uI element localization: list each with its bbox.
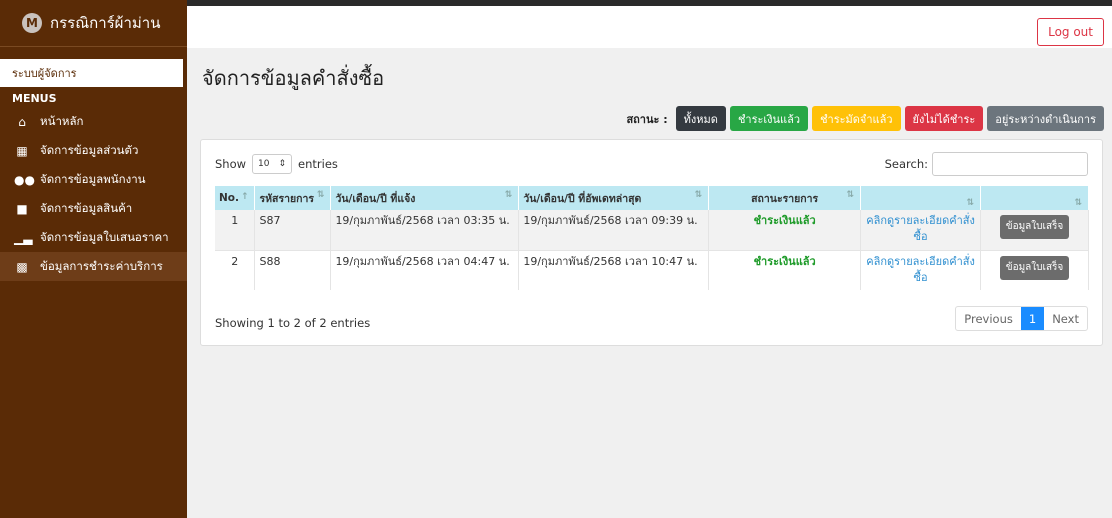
filter-all-button[interactable]: ทั้งหมด [675, 106, 726, 131]
topbar: Log out [187, 0, 1112, 48]
sidebar-item-products[interactable]: ■ จัดการข้อมูลสินค้า [0, 194, 187, 223]
sort-icon: ⇅ [966, 198, 975, 208]
cell-updated: 19/กุมภาพันธ์/2568 เวลา 09:39 น. [518, 210, 710, 250]
system-label[interactable]: ระบบผู้จัดการ [0, 59, 183, 87]
sidebar-item-label: จัดการข้อมูลส่วนตัว [40, 142, 139, 157]
filter-paid-button[interactable]: ชำระเงินแล้ว [729, 106, 809, 131]
sidebar-item-label: จัดการข้อมูลพนักงาน [40, 171, 146, 186]
chart-icon: ▁▃ [14, 230, 33, 245]
sidebar-item-home[interactable]: ⌂ หน้าหลัก [0, 107, 187, 136]
shirt-icon: ■ [16, 201, 28, 216]
cell-updated: 19/กุมภาพันธ์/2568 เวลา 10:47 น. [518, 249, 710, 290]
col-header-detail[interactable]: ⇅ [860, 186, 982, 210]
sidebar-item-employees[interactable]: ●● จัดการข้อมูลพนักงาน [0, 165, 187, 194]
cell-status: ชำระเงินแล้ว [708, 249, 862, 290]
sort-icon: ⇅ [694, 189, 703, 200]
sort-icon: ⇅ [846, 189, 855, 200]
sort-icon: ⇅ [1074, 198, 1082, 208]
sidebar-item-quotations[interactable]: ▁▃ จัดการข้อมูลใบเสนอราคา [0, 223, 187, 252]
chevron-updown-icon: ⇕ [278, 159, 287, 169]
sidebar-item-profile[interactable]: ▦ จัดการข้อมูลส่วนตัว [0, 136, 187, 165]
sort-icon: ↑ [240, 192, 249, 202]
order-detail-link[interactable]: คลิกดูรายละเอียดคำสั่งซื้อ [860, 210, 982, 250]
col-header-status[interactable]: สถานะรายการ ⇅ [708, 186, 862, 210]
brand-name: กรรณิการ์ผ้าม่าน [50, 14, 161, 32]
cell-no: 2 [215, 249, 256, 290]
cell-code: S87 [254, 210, 332, 250]
col-header-updated[interactable]: วัน/เดือน/ปี ที่อัพเดทล่าสุด ⇅ [518, 186, 710, 210]
filter-in-progress-button[interactable]: อยู่ระหว่างดำเนินการ [987, 106, 1104, 131]
cell-status: ชำระเงินแล้ว [708, 210, 862, 250]
entries-label: entries [298, 157, 338, 171]
table-row: 2 S88 19/กุมภาพันธ์/2568 เวลา 04:47 น. 1… [215, 249, 1089, 290]
status-filter-label: สถานะ : [626, 112, 668, 126]
sort-icon: ⇅ [504, 189, 513, 200]
filter-unpaid-button[interactable]: ยังไม่ได้ชำระ [904, 106, 984, 131]
col-header-created[interactable]: วัน/เดือน/ปี ที่แจ้ง ⇅ [330, 186, 520, 210]
status-filter: สถานะ : ทั้งหมด ชำระเงินแล้ว ชำระมัดจำแล… [626, 106, 1104, 131]
cell-created: 19/กุมภาพันธ์/2568 เวลา 04:47 น. [330, 249, 520, 290]
show-label: Show [215, 157, 247, 171]
receipt-button[interactable]: ข้อมูลใบเสร็จ [999, 215, 1070, 239]
sidebar-item-label: จัดการข้อมูลสินค้า [40, 200, 133, 215]
search-control: Search: [885, 152, 1088, 176]
id-card-icon: ▦ [16, 143, 28, 158]
entries-summary: Showing 1 to 2 of 2 entries [215, 316, 371, 330]
col-header-action[interactable]: ⇅ [980, 186, 1089, 210]
menus-heading: MENUS [12, 92, 57, 105]
orders-table: No. ↑ รหัสรายการ ⇅ วัน/เดือน/ปี ที่แจ้ง ⇅ ว… [215, 186, 1089, 290]
cell-action: ข้อมูลใบเสร็จ [980, 210, 1089, 250]
entries-control: Show 10 ⇕ entries [215, 154, 338, 174]
sidebar-item-payments[interactable]: ▩ ข้อมูลการชำระค่าบริการ [0, 252, 187, 281]
entries-value: 10 [258, 159, 270, 169]
pagination: Previous 1 Next [955, 306, 1088, 331]
sidebar-item-label: จัดการข้อมูลใบเสนอราคา [40, 229, 169, 244]
home-icon: ⌂ [18, 114, 26, 129]
users-icon: ●● [14, 172, 35, 187]
cell-action: ข้อมูลใบเสร็จ [980, 249, 1089, 290]
page-1-button[interactable]: 1 [1020, 307, 1045, 330]
next-button[interactable]: Next [1044, 307, 1087, 330]
page-title: จัดการข้อมูลคำสั่งซื้อ [202, 66, 385, 90]
orders-card: Show 10 ⇕ entries Search: No. ↑ รหัสรายกา… [200, 139, 1103, 346]
col-header-code[interactable]: รหัสรายการ ⇅ [254, 186, 332, 210]
brand[interactable]: M กรรณิการ์ผ้าม่าน [0, 0, 187, 47]
order-detail-link[interactable]: คลิกดูรายละเอียดคำสั่งซื้อ [860, 249, 982, 290]
filter-deposit-button[interactable]: ชำระมัดจำแล้ว [812, 106, 901, 131]
sidebar: M กรรณิการ์ผ้าม่าน ระบบผู้จัดการ MENUS ⌂… [0, 0, 187, 518]
cell-created: 19/กุมภาพันธ์/2568 เวลา 03:35 น. [330, 210, 520, 250]
sort-icon: ⇅ [316, 189, 325, 200]
truck-icon: ▩ [16, 259, 28, 274]
sidebar-item-label: ข้อมูลการชำระค่าบริการ [40, 258, 163, 273]
logout-button[interactable]: Log out [1037, 18, 1104, 46]
search-input[interactable] [932, 152, 1088, 176]
table-row: 1 S87 19/กุมภาพันธ์/2568 เวลา 03:35 น. 1… [215, 210, 1089, 250]
entries-select[interactable]: 10 ⇕ [252, 154, 293, 174]
cell-code: S88 [254, 249, 332, 290]
receipt-button[interactable]: ข้อมูลใบเสร็จ [999, 255, 1070, 280]
brand-logo: M [22, 13, 42, 33]
col-header-no[interactable]: No. ↑ [215, 186, 256, 210]
cell-no: 1 [215, 210, 256, 250]
previous-button[interactable]: Previous [956, 307, 1021, 330]
sidebar-item-label: หน้าหลัก [40, 113, 84, 128]
search-label: Search: [884, 157, 928, 171]
table-header-row: No. ↑ รหัสรายการ ⇅ วัน/เดือน/ปี ที่แจ้ง ⇅ ว… [215, 186, 1089, 210]
